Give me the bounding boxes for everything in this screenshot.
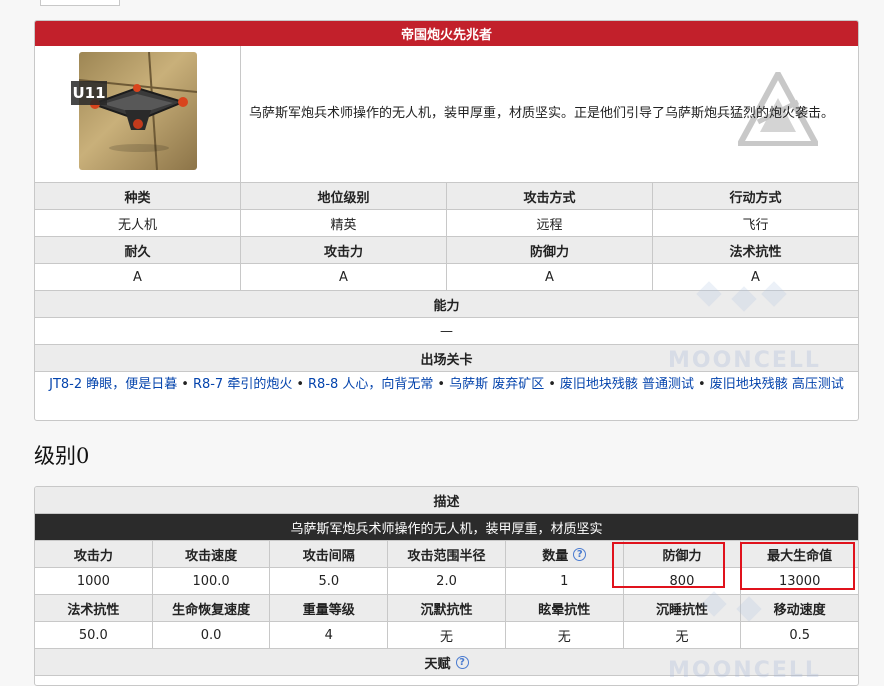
header-atk-interval: 攻击间隔	[270, 541, 389, 567]
stage-link[interactable]: 废旧地块残骸 高压测试	[710, 377, 844, 392]
highlight-box-max-hp	[740, 542, 855, 590]
header-atk: 攻击力	[35, 541, 153, 567]
header-stun-res: 眩晕抗性	[506, 595, 624, 621]
header-attack: 攻击力	[241, 237, 447, 263]
header-weight: 重量等级	[270, 595, 389, 621]
level-section-title: 级别0	[34, 444, 90, 468]
header-defense: 防御力	[447, 237, 653, 263]
value-endurance: A	[35, 264, 241, 290]
drone-icon	[79, 52, 197, 170]
value-move-speed: 0.5	[789, 627, 811, 643]
stage-link[interactable]: R8-7 牵引的炮火	[193, 377, 292, 392]
stage-link[interactable]: JT8-2 睁眼，便是日暮	[49, 377, 177, 392]
value-atk: 1000	[35, 568, 153, 594]
stage-separator: •	[548, 377, 556, 392]
value-attack: A	[241, 264, 447, 290]
header-movement: 行动方式	[729, 190, 782, 206]
help-icon[interactable]: ?	[455, 655, 469, 669]
talent-header-label: 天赋	[424, 656, 451, 672]
value-stun-res: 无	[506, 622, 624, 648]
value-sleep-res: 无	[624, 622, 742, 648]
header-atk-range: 攻击范围半径	[388, 541, 506, 567]
stage-separator: •	[698, 377, 706, 392]
basic-info-value-row: 无人机 精英 远程 飞行	[35, 210, 858, 237]
header-silence-res: 沉默抗性	[388, 595, 506, 621]
value-resistance: A	[751, 269, 760, 285]
value-silence-res: 无	[388, 622, 506, 648]
stage-link[interactable]: 废旧地块残骸 普通测试	[560, 377, 694, 392]
stats-header-row-2: 法术抗性 生命恢复速度 重量等级 沉默抗性 眩晕抗性 沉睡抗性 移动速度	[35, 595, 858, 622]
value-hp-regen: 0.0	[153, 622, 271, 648]
stage-list: JT8-2 睁眼，便是日暮 • R8-7 牵引的炮火 • R8-8 人心，向背无常 • 乌萨…	[35, 372, 858, 398]
stage-link[interactable]: 乌萨斯 废弃矿区	[449, 377, 544, 392]
level-stats-card: 描述 乌萨斯军炮兵术师操作的无人机，装甲厚重，材质坚实 攻击力 攻击速度 攻击间…	[34, 486, 859, 686]
value-attack-type: 远程	[447, 210, 653, 236]
header-type: 种类	[35, 183, 241, 209]
stage-separator: •	[437, 377, 446, 392]
header-endurance: 耐久	[35, 237, 241, 263]
rating-value-row: A A A A	[35, 264, 858, 291]
value-res: 50.0	[35, 622, 153, 648]
stats-value-row-2: 50.0 0.0 4 无 无 无 0.5	[35, 622, 858, 649]
value-type: 无人机	[35, 210, 241, 236]
header-count: 数量	[542, 548, 569, 564]
enemy-portrait-cell: U11	[35, 46, 241, 182]
basic-info-header-row: 种类 地位级别 攻击方式 行动方式	[35, 183, 858, 210]
stage-separator: •	[181, 377, 189, 392]
header-atk-speed: 攻击速度	[153, 541, 271, 567]
header-resistance: 法术抗性	[729, 244, 782, 260]
stats-description-header: 描述	[35, 487, 858, 514]
top-tab-stub	[40, 0, 120, 6]
value-defense: A	[447, 264, 653, 290]
stats-description-text: 乌萨斯军炮兵术师操作的无人机，装甲厚重，材质坚实	[35, 514, 858, 541]
header-res: 法术抗性	[35, 595, 153, 621]
watermark-text: MOONCELL	[668, 658, 821, 683]
watermark-text: MOONCELL	[668, 348, 821, 373]
highlight-box-defense	[612, 542, 725, 588]
enemy-code-badge: U11	[71, 81, 107, 105]
stage-link[interactable]: R8-8 人心，向背无常	[308, 377, 433, 392]
header-attack-type: 攻击方式	[447, 183, 653, 209]
help-icon[interactable]: ?	[573, 547, 587, 561]
value-rank: 精英	[241, 210, 447, 236]
enemy-portrait-image	[79, 52, 197, 170]
header-hp-regen: 生命恢复速度	[153, 595, 271, 621]
value-weight: 4	[270, 622, 389, 648]
header-count-cell: 数量?	[506, 541, 624, 567]
stats-value-row-1: 1000 100.0 5.0 2.0 1 800 13000	[35, 568, 858, 595]
rating-header-row: 耐久 攻击力 防御力 法术抗性	[35, 237, 858, 264]
enemy-description-cell: 乌萨斯军炮兵术师操作的无人机，装甲厚重，材质坚实。正是他们引导了乌萨斯炮兵猛烈的…	[241, 46, 858, 182]
value-atk-speed: 100.0	[153, 568, 271, 594]
value-count: 1	[506, 568, 624, 594]
value-atk-interval: 5.0	[270, 568, 389, 594]
enemy-info-row: U11 乌萨斯军炮兵术师操作的无人机，装甲厚重，材质坚实。正是他们引导了乌萨斯炮…	[35, 46, 858, 183]
value-movement: 飞行	[742, 217, 769, 233]
header-rank: 地位级别	[241, 183, 447, 209]
enemy-description: 乌萨斯军炮兵术师操作的无人机，装甲厚重，材质坚实。正是他们引导了乌萨斯炮兵猛烈的…	[249, 106, 835, 121]
value-atk-range: 2.0	[388, 568, 506, 594]
stats-header-row-1: 攻击力 攻击速度 攻击间隔 攻击范围半径 数量? 防御力 最大生命值	[35, 541, 858, 568]
enemy-name-title: 帝国炮火先兆者	[35, 21, 858, 46]
stage-separator: •	[296, 377, 305, 392]
ability-value: —	[35, 318, 858, 345]
header-sleep-res: 沉睡抗性	[624, 595, 742, 621]
